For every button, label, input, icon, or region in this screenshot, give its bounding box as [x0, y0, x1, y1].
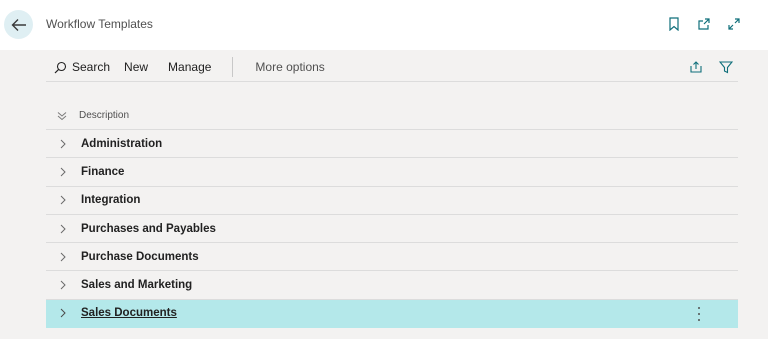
- list-item-label: Purchase Documents: [81, 250, 199, 263]
- action-bar: Search New Manage More options: [46, 53, 738, 82]
- search-label: Search: [72, 60, 111, 74]
- workflow-templates-list: Description Administration Finance Integ…: [46, 102, 738, 329]
- chevron-right-icon[interactable]: [59, 279, 69, 291]
- list-header: Description: [46, 102, 738, 130]
- expand-icon[interactable]: [726, 16, 742, 32]
- list-item-selected[interactable]: Sales Documents: [46, 299, 738, 329]
- open-in-new-icon[interactable]: [696, 16, 712, 32]
- list-item-label: Sales and Marketing: [81, 279, 193, 292]
- chevron-right-icon[interactable]: [59, 223, 69, 235]
- list-item[interactable]: Finance: [46, 158, 738, 187]
- list-item[interactable]: Integration: [46, 187, 738, 215]
- list-item-label: Administration: [81, 137, 163, 150]
- chevron-right-icon[interactable]: [59, 307, 69, 319]
- header-actions: [666, 16, 742, 32]
- new-button[interactable]: New: [124, 53, 148, 82]
- toolbar-right: [688, 59, 734, 75]
- list-item[interactable]: Sales and Marketing: [46, 271, 738, 300]
- toolbar-divider: [232, 57, 234, 77]
- arrow-left-icon: [11, 18, 26, 31]
- list-item[interactable]: Purchases and Payables: [46, 215, 738, 244]
- filter-icon[interactable]: [718, 59, 734, 75]
- share-icon[interactable]: [688, 59, 704, 75]
- chevron-right-icon[interactable]: [59, 251, 69, 263]
- list-item-label: Purchases and Payables: [81, 222, 216, 235]
- chevron-right-icon[interactable]: [59, 166, 69, 178]
- bookmark-icon[interactable]: [666, 16, 682, 32]
- page-title: Workflow Templates: [46, 17, 153, 31]
- list-item-label: Finance: [81, 165, 125, 178]
- search-icon: [54, 61, 67, 73]
- list-item[interactable]: Purchase Documents: [46, 243, 738, 272]
- column-header-description[interactable]: Description: [79, 110, 129, 121]
- manage-button[interactable]: Manage: [168, 53, 211, 82]
- collapse-all-icon[interactable]: [56, 110, 68, 122]
- list-item-label[interactable]: Sales Documents: [81, 307, 177, 319]
- page-header: Workflow Templates: [0, 0, 768, 50]
- search-button[interactable]: Search: [46, 53, 110, 82]
- more-actions-icon[interactable]: [696, 306, 702, 321]
- chevron-right-icon[interactable]: [59, 194, 69, 206]
- list-item-label: Integration: [81, 194, 141, 207]
- back-button[interactable]: [4, 10, 33, 39]
- chevron-right-icon[interactable]: [59, 138, 69, 150]
- list-item[interactable]: Administration: [46, 130, 738, 159]
- more-options-button[interactable]: More options: [255, 53, 324, 82]
